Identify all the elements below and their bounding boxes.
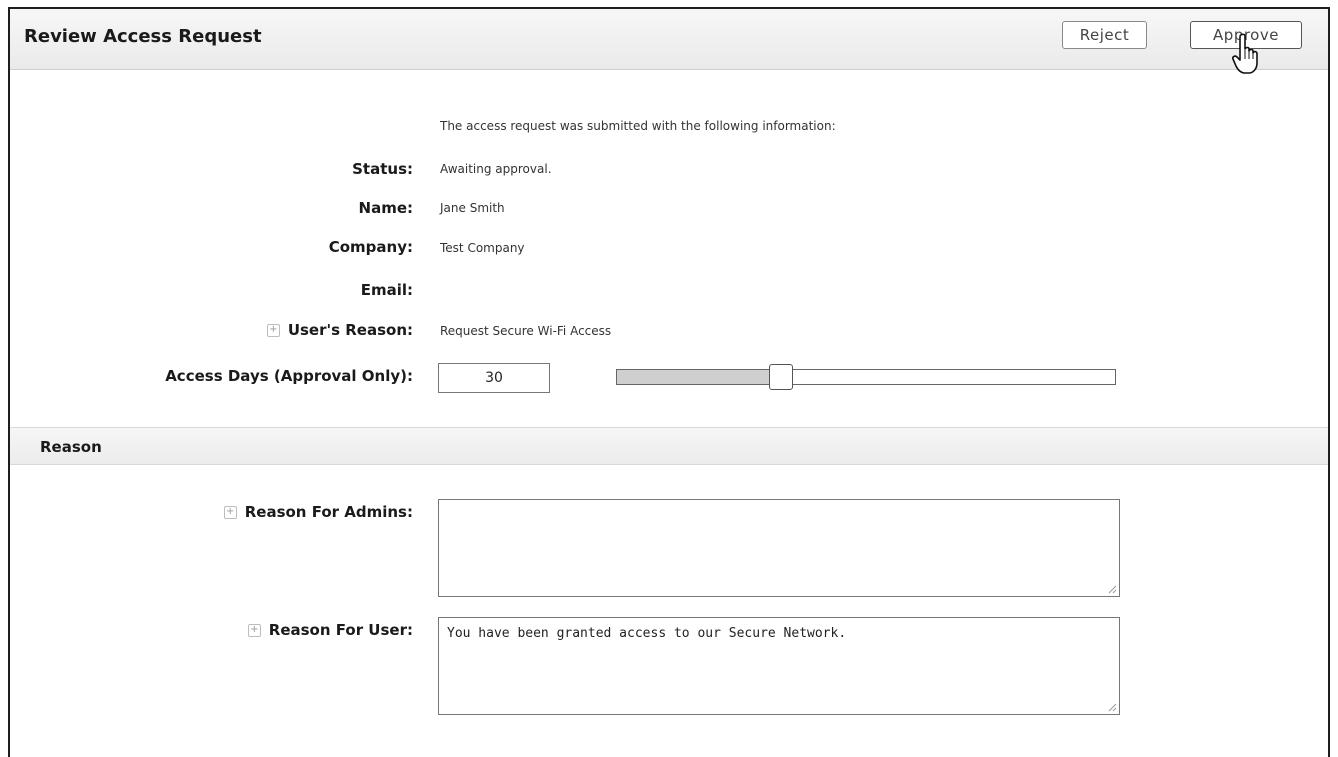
users-reason-label: + User's Reason: bbox=[266, 321, 413, 339]
users-reason-label-text: User's Reason: bbox=[287, 321, 413, 339]
name-label: Name: bbox=[359, 199, 413, 217]
plus-icon[interactable]: + bbox=[223, 505, 237, 519]
plus-icon[interactable]: + bbox=[247, 623, 261, 637]
status-label: Status: bbox=[352, 160, 413, 178]
review-access-panel: Review Access Request Reject Approve The… bbox=[8, 7, 1330, 757]
resize-grip-icon[interactable] bbox=[1107, 702, 1117, 712]
email-label: Email: bbox=[361, 281, 413, 299]
reject-button[interactable]: Reject bbox=[1062, 21, 1147, 49]
reason-user-label: + Reason For User: bbox=[247, 621, 413, 639]
slider-handle[interactable] bbox=[769, 364, 794, 390]
hand-pointer-icon bbox=[1232, 33, 1258, 74]
access-days-slider[interactable] bbox=[616, 364, 1116, 390]
page-title: Review Access Request bbox=[24, 26, 262, 47]
reason-admins-label: + Reason For Admins: bbox=[223, 503, 413, 521]
company-label: Company: bbox=[329, 238, 413, 256]
name-label-text: Name: bbox=[358, 199, 413, 217]
reason-user-textarea[interactable]: You have been granted access to our Secu… bbox=[438, 617, 1120, 715]
access-days-label: Access Days (Approval Only): bbox=[165, 367, 413, 385]
reason-admins-label-text: Reason For Admins: bbox=[244, 503, 413, 521]
slider-fill bbox=[617, 370, 782, 384]
reason-user-text: You have been granted access to our Secu… bbox=[447, 626, 847, 641]
plus-icon[interactable]: + bbox=[266, 323, 280, 337]
reason-user-label-text: Reason For User: bbox=[268, 621, 413, 639]
status-value: Awaiting approval. bbox=[440, 162, 552, 176]
section-title: Reason bbox=[40, 438, 102, 456]
intro-text: The access request was submitted with th… bbox=[440, 119, 836, 133]
status-label-text: Status: bbox=[352, 160, 413, 178]
name-value: Jane Smith bbox=[440, 201, 505, 215]
reason-admins-textarea[interactable] bbox=[438, 499, 1120, 597]
access-days-input[interactable]: 30 bbox=[438, 363, 550, 393]
company-label-text: Company: bbox=[328, 238, 413, 256]
email-label-text: Email: bbox=[360, 281, 413, 299]
access-days-label-text: Access Days (Approval Only): bbox=[165, 367, 413, 385]
users-reason-value: Request Secure Wi-Fi Access bbox=[440, 324, 612, 338]
panel-header: Review Access Request Reject Approve bbox=[10, 9, 1328, 74]
company-value: Test Company bbox=[440, 241, 525, 255]
reason-section-header: Reason bbox=[10, 427, 1328, 465]
resize-grip-icon[interactable] bbox=[1107, 584, 1117, 594]
